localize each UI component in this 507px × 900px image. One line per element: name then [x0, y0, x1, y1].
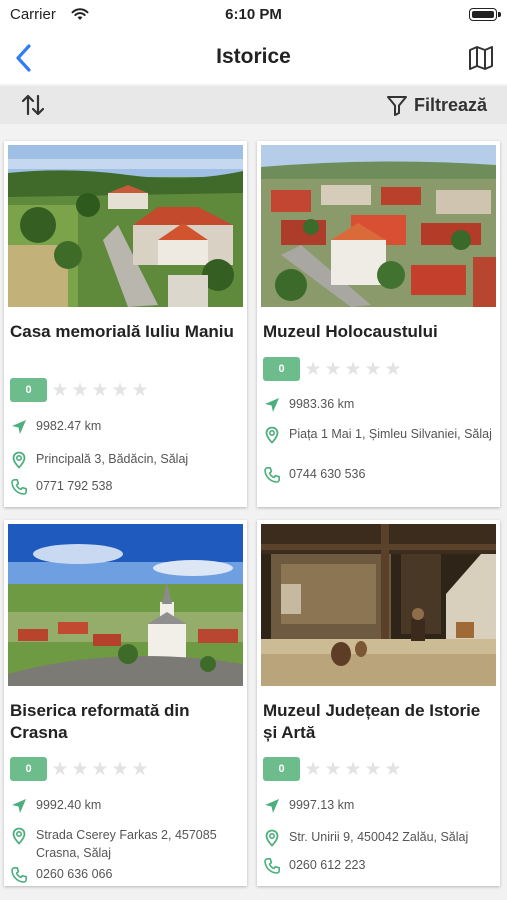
star-icon: ★	[111, 379, 129, 401]
place-photo	[8, 145, 243, 307]
phone-icon	[263, 857, 281, 875]
place-photo	[261, 524, 496, 686]
phone-row[interactable]: 0771 792 538	[10, 477, 242, 496]
phone-row[interactable]: 0260 636 066	[10, 865, 242, 884]
star-icon: ★	[344, 758, 362, 780]
rating: 0 ★ ★ ★ ★ ★	[10, 757, 150, 781]
rating-badge: 0	[263, 357, 300, 381]
distance-text: 9982.47 km	[36, 419, 102, 433]
filter-label: Filtrează	[413, 94, 487, 115]
address-row[interactable]: Piața 1 Mai 1, Șimleu Silvaniei, Sălaj	[263, 425, 495, 444]
place-title: Muzeul Județean de Istorie și Artă	[263, 701, 481, 742]
star-icon: ★	[131, 758, 149, 780]
address-row[interactable]: Str. Unirii 9, 450042 Zalău, Sălaj	[263, 828, 495, 847]
distance-text: 9983.36 km	[289, 397, 355, 411]
star-icon: ★	[324, 758, 342, 780]
phone-icon	[10, 478, 28, 496]
star-icon: ★	[364, 358, 382, 380]
location-pin-icon	[10, 827, 28, 845]
clock: 6:10 PM	[225, 6, 282, 23]
star-icon: ★	[384, 758, 402, 780]
navigation-bar: Istorice	[0, 32, 507, 84]
star-icon: ★	[51, 379, 69, 401]
star-icon: ★	[384, 358, 402, 380]
rating: 0 ★ ★ ★ ★ ★	[263, 757, 403, 781]
rating-badge: 0	[263, 757, 300, 781]
back-chevron-icon[interactable]	[10, 42, 40, 74]
star-icon: ★	[51, 758, 69, 780]
place-title: Biserica reformată din Crasna	[10, 701, 190, 742]
place-title: Casa memorială Iuliu Maniu	[10, 322, 234, 341]
address-text: Strada Cserey Farkas 2, 457085 Crasna, S…	[36, 828, 217, 860]
navigation-arrow-icon	[263, 797, 281, 815]
navigation-arrow-icon	[263, 396, 281, 414]
address-row[interactable]: Principală 3, Bădăcin, Sălaj	[10, 450, 242, 469]
place-card[interactable]: Biserica reformată din Crasna 0 ★ ★ ★ ★ …	[4, 520, 247, 886]
star-icon: ★	[111, 758, 129, 780]
star-icon: ★	[324, 358, 342, 380]
place-card[interactable]: Muzeul Holocaustului 0 ★ ★ ★ ★ ★ 9983.36…	[257, 141, 500, 507]
rating: 0 ★ ★ ★ ★ ★	[263, 357, 403, 381]
filter-button[interactable]: Filtrează	[386, 93, 487, 117]
distance-text: 9997.13 km	[289, 798, 355, 812]
place-card[interactable]: Muzeul Județean de Istorie și Artă 0 ★ ★…	[257, 520, 500, 886]
rating-badge: 0	[10, 378, 47, 402]
star-icon: ★	[91, 758, 109, 780]
phone-icon	[10, 866, 28, 884]
star-icon: ★	[71, 379, 89, 401]
page-title: Istorice	[216, 45, 291, 68]
filter-toolbar: Filtrează	[0, 86, 507, 124]
address-row[interactable]: Strada Cserey Farkas 2, 457085 Crasna, S…	[10, 826, 242, 862]
place-title: Muzeul Holocaustului	[263, 322, 438, 341]
navigation-arrow-icon	[10, 797, 28, 815]
phone-link[interactable]: 0260 612 223	[289, 856, 365, 874]
phone-link[interactable]: 0771 792 538	[36, 477, 112, 495]
address-text: Str. Unirii 9, 450042 Zalău, Sălaj	[289, 830, 469, 844]
distance-row: 9982.47 km	[10, 417, 242, 436]
status-bar: Carrier 6:10 PM	[0, 0, 507, 32]
location-pin-icon	[263, 829, 281, 847]
star-icon: ★	[131, 379, 149, 401]
distance-row: 9997.13 km	[263, 796, 495, 815]
rating-badge: 0	[10, 757, 47, 781]
phone-row[interactable]: 0744 630 536	[263, 465, 495, 484]
place-photo	[261, 145, 496, 307]
distance-row: 9992.40 km	[10, 796, 242, 815]
address-text: Principală 3, Bădăcin, Sălaj	[36, 452, 189, 466]
filter-funnel-icon	[386, 96, 407, 116]
distance-text: 9992.40 km	[36, 798, 102, 812]
star-icon: ★	[91, 379, 109, 401]
sort-icon[interactable]	[20, 92, 46, 118]
phone-icon	[263, 466, 281, 484]
navigation-arrow-icon	[10, 418, 28, 436]
star-icon: ★	[71, 758, 89, 780]
location-pin-icon	[10, 451, 28, 469]
place-photo	[8, 524, 243, 686]
phone-link[interactable]: 0260 636 066	[36, 865, 112, 883]
phone-row[interactable]: 0260 612 223	[263, 856, 495, 875]
star-icon: ★	[304, 758, 322, 780]
place-card[interactable]: Casa memorială Iuliu Maniu 0 ★ ★ ★ ★ ★ 9…	[4, 141, 247, 507]
rating: 0 ★ ★ ★ ★ ★	[10, 378, 150, 402]
distance-row: 9983.36 km	[263, 395, 495, 414]
phone-link[interactable]: 0744 630 536	[289, 465, 365, 483]
map-icon[interactable]	[467, 44, 495, 72]
star-icon: ★	[304, 358, 322, 380]
star-icon: ★	[364, 758, 382, 780]
star-icon: ★	[344, 358, 362, 380]
battery-icon	[469, 8, 501, 21]
address-text: Piața 1 Mai 1, Șimleu Silvaniei, Sălaj	[289, 427, 492, 441]
location-pin-icon	[263, 426, 281, 444]
